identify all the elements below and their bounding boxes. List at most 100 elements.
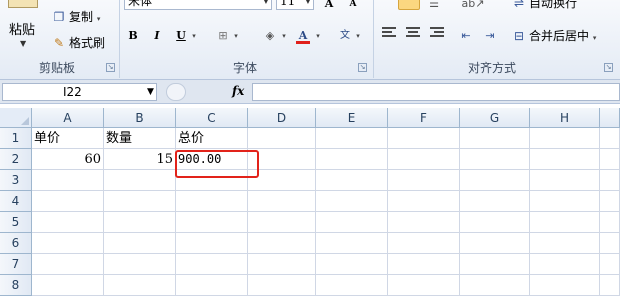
cell-d1[interactable] [248,128,316,149]
cell-b1[interactable]: 数量 [104,128,176,149]
cell-a6[interactable] [32,233,104,254]
cell-e8[interactable] [316,275,388,296]
font-size-combo[interactable]: 11 ▼ [276,0,314,10]
column-header-g[interactable]: G [460,108,530,128]
clipboard-launcher-icon[interactable]: ↘ [106,63,115,72]
cell-d8[interactable] [248,275,316,296]
cell-h4[interactable] [530,191,600,212]
cell-h8[interactable] [530,275,600,296]
font-launcher-icon[interactable]: ↘ [358,63,367,72]
border-dropdown-icon[interactable]: ▾ [232,26,240,46]
align-right-icon[interactable] [430,27,446,41]
column-header-d[interactable]: D [248,108,316,128]
cell-b3[interactable] [104,170,176,191]
decrease-indent-icon[interactable]: ⇤ [458,26,474,46]
cell-g5[interactable] [460,212,530,233]
cell-e4[interactable] [316,191,388,212]
column-header-b[interactable]: B [104,108,176,128]
bold-button[interactable]: B [126,26,140,46]
cell-d5[interactable] [248,212,316,233]
cell-c1[interactable]: 总价 [176,128,248,149]
cell-c6[interactable] [176,233,248,254]
cell-b7[interactable] [104,254,176,275]
cell-h6[interactable] [530,233,600,254]
grow-font-button[interactable]: A [322,0,336,14]
row-header-5[interactable]: 5 [0,212,32,233]
cell-c4[interactable] [176,191,248,212]
name-box-dropdown-icon[interactable]: ▼ [147,87,154,97]
cell-i6[interactable] [600,233,620,254]
cell-f6[interactable] [388,233,460,254]
fill-color-dropdown-icon[interactable]: ▾ [280,26,288,46]
cell-b5[interactable] [104,212,176,233]
cell-f1[interactable] [388,128,460,149]
cell-h7[interactable] [530,254,600,275]
cell-i3[interactable] [600,170,620,191]
row-header-7[interactable]: 7 [0,254,32,275]
cell-d6[interactable] [248,233,316,254]
middle-align-icon[interactable]: ☰ [426,0,442,14]
italic-button[interactable]: I [150,26,164,46]
column-header-e[interactable]: E [316,108,388,128]
cell-i7[interactable] [600,254,620,275]
column-header-h[interactable]: H [530,108,600,128]
cell-e3[interactable] [316,170,388,191]
cell-a8[interactable] [32,275,104,296]
cell-c7[interactable] [176,254,248,275]
cell-f5[interactable] [388,212,460,233]
cell-b4[interactable] [104,191,176,212]
cell-e7[interactable] [316,254,388,275]
cell-i5[interactable] [600,212,620,233]
font-size-dropdown-icon[interactable]: ▼ [305,0,311,9]
cell-g2[interactable] [460,149,530,170]
cell-b8[interactable] [104,275,176,296]
cell-i1[interactable] [600,128,620,149]
merge-center-dropdown-icon[interactable]: ▾ [593,34,597,42]
cell-h2[interactable] [530,149,600,170]
column-header-a[interactable]: A [32,108,104,128]
increase-indent-icon[interactable]: ⇥ [482,26,498,46]
underline-dropdown-icon[interactable]: ▾ [190,26,198,46]
row-header-2[interactable]: 2 [0,149,32,170]
cell-g7[interactable] [460,254,530,275]
cell-h3[interactable] [530,170,600,191]
cell-a4[interactable] [32,191,104,212]
cell-a3[interactable] [32,170,104,191]
paste-button[interactable]: 粘贴 [9,19,35,38]
cell-f8[interactable] [388,275,460,296]
paste-clipboard-icon[interactable] [8,0,38,8]
formula-bar-handle[interactable] [166,83,186,101]
cell-g1[interactable] [460,128,530,149]
cell-h1[interactable] [530,128,600,149]
cell-g4[interactable] [460,191,530,212]
cell-c5[interactable] [176,212,248,233]
row-header-1[interactable]: 1 [0,128,32,149]
select-all-button[interactable] [0,108,32,128]
column-header-f[interactable]: F [388,108,460,128]
cell-i8[interactable] [600,275,620,296]
font-name-combo[interactable]: 宋体 ▼ [124,0,272,10]
border-icon[interactable]: ⊞ [214,26,232,46]
font-color-dropdown-icon[interactable]: ▾ [314,26,322,46]
cell-a5[interactable] [32,212,104,233]
underline-button[interactable]: U [174,26,188,46]
fill-color-icon[interactable]: ◈ [262,26,278,46]
column-header-c[interactable]: C [176,108,248,128]
cell-f2[interactable] [388,149,460,170]
cell-a7[interactable] [32,254,104,275]
align-left-icon[interactable] [382,27,398,41]
row-header-8[interactable]: 8 [0,275,32,296]
cell-e1[interactable] [316,128,388,149]
wrap-text-button[interactable]: ⇌ 自动换行 [512,0,577,12]
cell-g6[interactable] [460,233,530,254]
formula-input[interactable] [252,83,620,101]
cell-f3[interactable] [388,170,460,191]
row-header-4[interactable]: 4 [0,191,32,212]
top-align-button[interactable] [398,0,420,10]
paste-dropdown-icon[interactable]: ▼ [20,39,26,48]
copy-dropdown-icon[interactable]: ▾ [97,15,101,23]
row-header-3[interactable]: 3 [0,170,32,191]
cell-c8[interactable] [176,275,248,296]
cell-g3[interactable] [460,170,530,191]
cell-b2[interactable]: 15 [104,149,176,170]
